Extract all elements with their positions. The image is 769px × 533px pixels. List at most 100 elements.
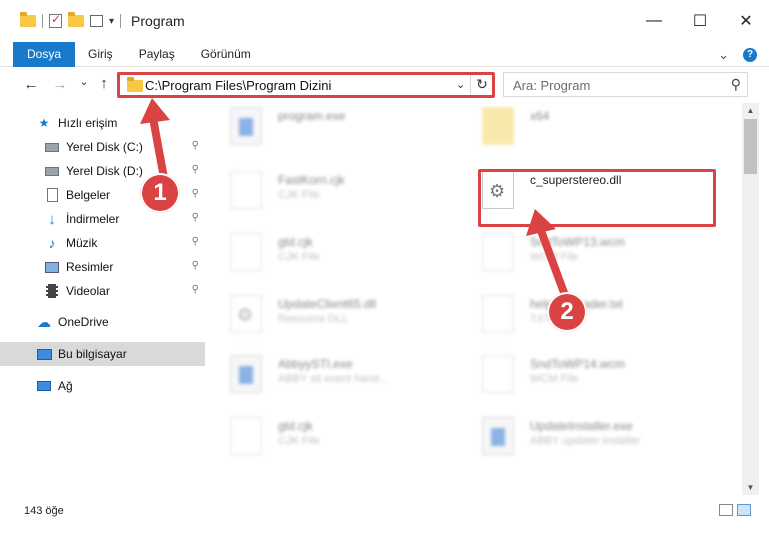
- dll-icon: [230, 295, 262, 333]
- new-folder-icon[interactable]: [68, 12, 84, 27]
- callout-step-1: 1: [140, 173, 180, 213]
- download-icon: ↓: [48, 210, 56, 228]
- recent-locations-button[interactable]: ⌄: [73, 75, 95, 88]
- title-bar: ▾ Program — ☐ ✕: [0, 0, 769, 42]
- sidebar-item-label: Resimler: [66, 260, 114, 274]
- maximize-button[interactable]: ☐: [677, 0, 723, 42]
- sidebar-item-label: Ağ: [58, 379, 73, 393]
- ribbon-collapse-icon[interactable]: ⌄: [718, 47, 729, 63]
- scroll-down-icon[interactable]: ▼: [742, 483, 759, 492]
- file-icon: [482, 295, 514, 333]
- file-type: WCM File: [530, 251, 579, 263]
- file-type: CJK File: [278, 189, 320, 201]
- customize-icon[interactable]: [90, 15, 103, 27]
- tab-dosya[interactable]: Dosya: [13, 41, 76, 67]
- minimize-button[interactable]: —: [631, 0, 677, 42]
- pin-icon[interactable]: ⚲: [192, 140, 199, 151]
- file-item[interactable]: UpdateInstaller.exe ABBY updater install…: [464, 411, 709, 459]
- scroll-up-icon[interactable]: ▲: [742, 106, 759, 115]
- view-toggle: [719, 504, 751, 516]
- tab-giris[interactable]: Giriş: [75, 42, 126, 67]
- pictures-icon: [44, 259, 60, 275]
- quick-access-toolbar: ▾: [0, 0, 122, 42]
- file-item[interactable]: gtd.cjk CJK File: [212, 411, 457, 459]
- sidebar-item-label: Bu bilgisayar: [58, 347, 127, 361]
- pin-icon[interactable]: ⚲: [192, 188, 199, 199]
- navigation-pane: ★ Hızlı erişim Yerel Disk (C:) ⚲ Yerel D…: [0, 103, 207, 495]
- tab-gorunum[interactable]: Görünüm: [188, 42, 264, 67]
- search-box[interactable]: Ara: Program ⚲: [503, 72, 748, 97]
- exe-icon: [230, 107, 262, 145]
- pin-icon[interactable]: ⚲: [192, 236, 199, 247]
- file-type: ABBY updater installer: [530, 435, 641, 447]
- sidebar-item-label: Yerel Disk (C:): [66, 140, 143, 154]
- music-icon: ♪: [48, 235, 56, 251]
- file-name: UpdateClient65.dll: [278, 297, 377, 311]
- pin-icon[interactable]: ⚲: [192, 260, 199, 271]
- app-icon: [230, 355, 262, 393]
- file-type: Resource DLL: [278, 313, 349, 325]
- tiles-view-icon[interactable]: [737, 504, 751, 516]
- sidebar-item-music[interactable]: ♪ Müzik ⚲: [0, 231, 205, 255]
- sidebar-item-onedrive[interactable]: ☁ OneDrive: [0, 310, 205, 334]
- videos-icon: [44, 283, 60, 299]
- sidebar-item-quick-access[interactable]: ★ Hızlı erişim: [0, 111, 205, 135]
- pin-icon[interactable]: ⚲: [192, 212, 199, 223]
- window-controls: — ☐ ✕: [631, 0, 769, 42]
- sidebar-item-label: Videolar: [66, 284, 110, 298]
- sidebar-item-label: İndirmeler: [66, 212, 120, 226]
- sidebar-item-label: OneDrive: [58, 315, 109, 329]
- network-icon: [36, 378, 52, 394]
- forward-button[interactable]: →: [49, 76, 71, 93]
- drive-icon: [44, 139, 60, 155]
- ribbon-right-controls: ⌄ ?: [718, 42, 757, 67]
- pin-icon[interactable]: ⚲: [192, 164, 199, 175]
- address-text[interactable]: C:\Program Files\Program Dizini: [145, 78, 331, 93]
- refresh-button[interactable]: ↻: [470, 74, 493, 95]
- tab-paylas[interactable]: Paylaş: [126, 42, 188, 67]
- file-icon: [482, 233, 514, 271]
- sidebar-item-pictures[interactable]: Resimler ⚲: [0, 255, 205, 279]
- file-item[interactable]: gtd.cjk CJK File: [212, 227, 457, 275]
- toolbar-separator: [120, 14, 122, 28]
- toolbar-separator: [42, 14, 43, 28]
- help-icon[interactable]: ?: [743, 47, 757, 62]
- file-item[interactable]: SndToWP13.wcm WCM File: [464, 227, 709, 275]
- search-placeholder[interactable]: Ara: Program: [513, 78, 590, 93]
- file-name: x64: [530, 109, 550, 123]
- file-icon: [230, 233, 262, 271]
- file-item[interactable]: AbbyySTI.exe ABBY sti event hand...: [212, 349, 457, 397]
- file-name: gtd.cjk: [278, 419, 313, 433]
- pin-icon[interactable]: ⚲: [192, 284, 199, 295]
- search-icon[interactable]: ⚲: [731, 76, 741, 93]
- vertical-scrollbar[interactable]: ▲ ▼: [742, 103, 759, 495]
- file-item[interactable]: SndToWP14.wcm WCM File: [464, 349, 709, 397]
- close-button[interactable]: ✕: [723, 0, 769, 42]
- sidebar-item-this-pc[interactable]: Bu bilgisayar: [0, 342, 205, 366]
- sidebar-item-downloads[interactable]: ↓ İndirmeler ⚲: [0, 207, 205, 231]
- toolbar-dropdown-icon[interactable]: ▾: [109, 16, 114, 27]
- star-icon: ★: [38, 116, 50, 130]
- back-button[interactable]: ←: [20, 76, 42, 93]
- details-view-icon[interactable]: [719, 504, 733, 516]
- sidebar-item-videos[interactable]: Videolar ⚲: [0, 279, 205, 303]
- item-count: 143 öğe: [24, 505, 64, 517]
- up-button[interactable]: ↑: [93, 75, 115, 92]
- file-icon: [230, 171, 262, 209]
- address-bar[interactable]: C:\Program Files\Program Dizini ⌄ ↻: [117, 72, 494, 97]
- sidebar-item-network[interactable]: Ağ: [0, 374, 205, 398]
- file-item[interactable]: FastKorn.cjk CJK File: [212, 165, 457, 213]
- file-highlight-box: [478, 169, 716, 227]
- sidebar-item-local-disk-c[interactable]: Yerel Disk (C:) ⚲: [0, 135, 205, 159]
- sidebar-item-label: Belgeler: [66, 188, 111, 202]
- file-name: gtd.cjk: [278, 235, 313, 249]
- properties-check-icon[interactable]: [49, 12, 62, 28]
- file-item[interactable]: UpdateClient65.dll Resource DLL: [212, 289, 457, 337]
- sidebar-item-label: Müzik: [66, 236, 98, 250]
- file-name: SndToWP14.wcm: [530, 357, 625, 371]
- file-item[interactable]: program.exe: [212, 101, 457, 149]
- scrollbar-thumb[interactable]: [744, 119, 757, 174]
- file-type: ABBY sti event hand...: [278, 373, 388, 385]
- chevron-down-icon[interactable]: ⌄: [456, 78, 465, 91]
- file-item[interactable]: x64: [464, 101, 709, 149]
